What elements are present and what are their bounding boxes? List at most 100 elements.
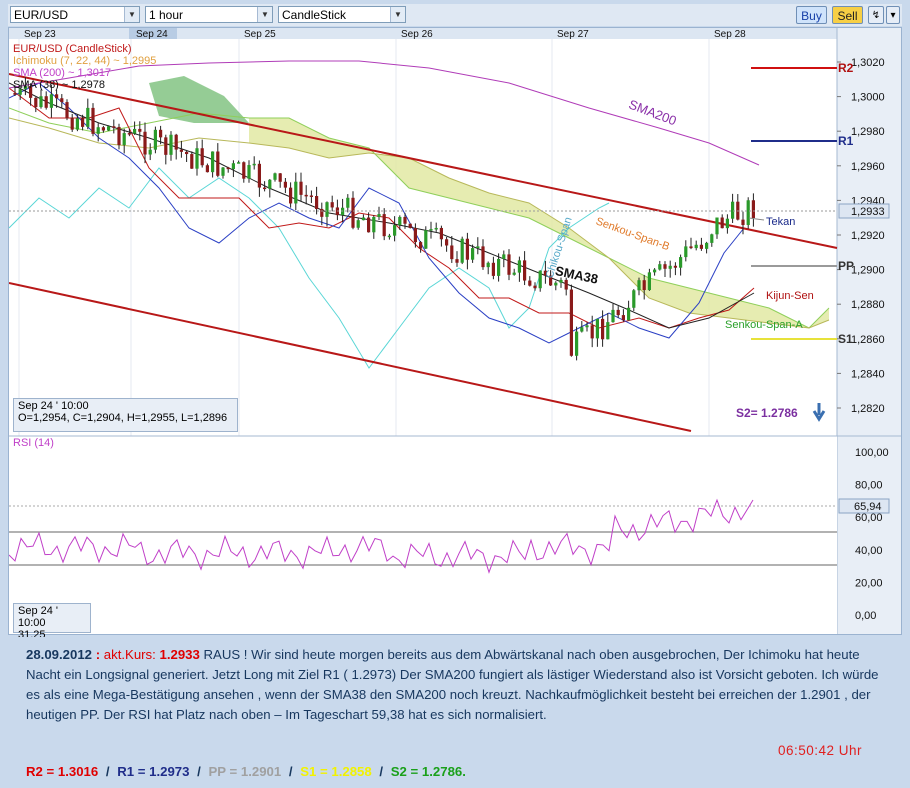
date-label: Sep 23 <box>24 29 56 40</box>
level-pp: PP = 1.2901 <box>208 764 282 779</box>
chevron-down-icon[interactable]: ▼ <box>124 7 139 22</box>
rsi-tick-label: 100,00 <box>855 447 889 459</box>
price-chart[interactable]: Sep 23 Sep 24 Sep 25 Sep 26 Sep 27 Sep 28 1,3… <box>8 28 901 634</box>
legend-sma200: SMA (200) ~ 1,3017 <box>13 67 111 79</box>
legend-main: EUR/USD (CandleStick) <box>13 43 132 55</box>
candle-up <box>575 331 579 356</box>
chevron-down-icon[interactable]: ▼ <box>257 7 272 22</box>
candle-down <box>621 315 625 321</box>
candle-down <box>455 259 459 263</box>
candle-down <box>330 202 334 208</box>
candle-up <box>460 238 464 263</box>
candle-up <box>361 217 365 221</box>
chart-area[interactable]: Sep 23 Sep 24 Sep 25 Sep 26 Sep 27 Sep 28 1,3… <box>8 27 902 641</box>
candle-up <box>611 309 615 323</box>
interval-select[interactable]: 1 hour ▼ <box>145 6 273 23</box>
candle-down <box>642 280 646 291</box>
chart-type-select[interactable]: CandleStick ▼ <box>278 6 406 23</box>
candle-up <box>497 258 501 276</box>
candle-up <box>325 202 329 217</box>
candle-down <box>351 197 355 228</box>
price-tick-label: 1,2980 <box>851 126 885 138</box>
candle-up <box>211 151 215 173</box>
candle-up <box>684 246 688 258</box>
date-label: Sep 26 <box>401 29 433 40</box>
price-tick-label: 1,3020 <box>851 57 885 69</box>
candle-down <box>367 217 371 233</box>
candle-up <box>679 257 683 268</box>
price-axis <box>837 28 901 634</box>
candle-up <box>122 133 126 146</box>
candle-up <box>715 217 719 235</box>
symbol-select[interactable]: EUR/USD ▼ <box>10 6 140 23</box>
chevron-down-icon[interactable]: ▼ <box>390 7 405 22</box>
candle-up <box>96 127 100 134</box>
rsi-tick-label: 80,00 <box>855 480 883 492</box>
candle-up <box>653 269 657 273</box>
candle-up <box>710 234 714 243</box>
candle-down <box>304 194 308 197</box>
candle-down <box>117 126 121 146</box>
candle-down <box>751 200 755 218</box>
candle-up <box>393 225 397 236</box>
candle-up <box>517 260 521 273</box>
candle-down <box>278 173 282 182</box>
date-label: Sep 27 <box>557 29 589 40</box>
comment-date: 28.09.2012 <box>26 647 93 662</box>
level-s1: S1 = 1.2858 <box>300 764 372 779</box>
candle-down <box>200 148 204 166</box>
sell-button[interactable]: Sell <box>832 6 863 24</box>
level-r2: R2 = 1.3016 <box>26 764 99 779</box>
candle-up <box>632 290 636 308</box>
level-separator: / <box>379 764 384 779</box>
r1-label: R1 <box>838 134 854 148</box>
price-tick-label: 1,2820 <box>851 403 885 415</box>
symbol-value: EUR/USD <box>14 8 69 22</box>
clock: 06:50:42 Uhr <box>777 743 862 758</box>
level-separator: / <box>105 764 110 779</box>
price-tick-label: 1,2920 <box>851 230 885 242</box>
candle-down <box>741 219 745 225</box>
candle-up <box>237 162 241 164</box>
candle-up <box>476 246 480 249</box>
candle-up <box>247 165 251 179</box>
candle-up <box>268 179 272 189</box>
candle-up <box>471 248 475 260</box>
candle-down <box>439 227 443 240</box>
candle-down <box>263 187 267 190</box>
candle-up <box>731 201 735 219</box>
candle-down <box>174 134 178 150</box>
candle-down <box>127 133 131 135</box>
buy-button[interactable]: Buy <box>796 6 827 24</box>
rsi-panel <box>9 436 837 634</box>
candle-down <box>481 246 485 268</box>
candle-up <box>39 96 43 108</box>
candle-down <box>309 195 313 197</box>
candle-down <box>564 279 568 290</box>
candle-up <box>49 94 53 108</box>
candle-down <box>403 216 407 224</box>
toolbar: EUR/USD ▼ 1 hour ▼ CandleStick ▼ Buy Sel… <box>8 4 902 26</box>
candle-up <box>694 244 698 249</box>
main-panel <box>9 28 837 436</box>
candle-down <box>663 264 667 269</box>
candle-up <box>512 272 516 275</box>
candle-down <box>143 131 147 155</box>
candle-down <box>299 181 303 195</box>
candle-up <box>148 149 152 155</box>
candle-down <box>65 102 69 119</box>
candle-up <box>538 270 542 289</box>
candle-down <box>60 98 64 103</box>
candle-down <box>450 245 454 260</box>
pp-label: PP <box>838 259 854 273</box>
candle-up <box>554 282 558 286</box>
candle-up <box>346 197 350 208</box>
rsi-info-box: Sep 24 ' 10:00 31,25 <box>13 603 91 641</box>
settings-icon[interactable]: ▾ <box>886 6 900 24</box>
candle-up <box>434 227 438 230</box>
candle-up <box>668 265 672 269</box>
candle-down <box>616 309 620 316</box>
rsi-current-value: 65,94 <box>854 501 882 513</box>
chart-tool-icon[interactable]: ↯ <box>868 6 884 24</box>
kurs-value: 1.2933 <box>159 647 200 662</box>
